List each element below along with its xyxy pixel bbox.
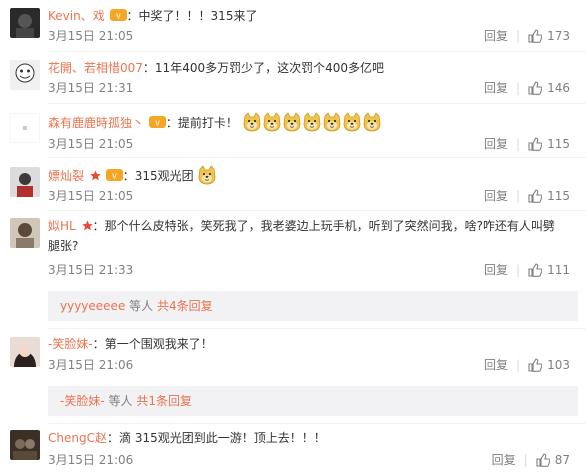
like-button[interactable]: 87 — [536, 453, 570, 467]
subreply-count-link[interactable]: 共1条回复 — [136, 394, 192, 408]
comment-text: 提前打卡！ — [177, 116, 238, 130]
avatar[interactable] — [10, 218, 40, 248]
reply-button[interactable]: 回复 — [484, 189, 508, 203]
thumbs-up-icon — [528, 358, 543, 372]
comment-text: 滴 315观光团到此一游！顶上去！！！ — [119, 431, 326, 445]
like-count: 115 — [547, 137, 570, 151]
like-button[interactable]: 111 — [528, 263, 570, 277]
divider — [48, 51, 586, 52]
emoji-group — [242, 112, 382, 132]
comment-time: 3月15日 21:05 — [48, 189, 134, 203]
svg-text:v: v — [116, 11, 121, 21]
subreply-username[interactable]: yyyyeeeee — [60, 299, 125, 313]
comment-time: 3月15日 21:05 — [48, 29, 134, 43]
vip-badge-icon: v — [105, 168, 123, 182]
emoji-group — [197, 165, 217, 185]
comment-text: 中奖了！！！315来了 — [138, 9, 258, 23]
like-count: 111 — [547, 263, 570, 277]
reply-button[interactable]: 回复 — [484, 358, 508, 372]
like-count: 173 — [547, 29, 570, 43]
reply-button[interactable]: 回复 — [484, 29, 508, 43]
avatar[interactable] — [10, 337, 40, 367]
thumbs-up-icon — [536, 453, 551, 467]
doge-emoji-icon — [343, 112, 361, 132]
like-button[interactable]: 115 — [528, 137, 570, 151]
thumbs-up-icon — [528, 137, 543, 151]
comment-username[interactable]: ChengC赵 — [48, 431, 107, 445]
divider — [48, 423, 586, 424]
doge-emoji-icon — [363, 112, 381, 132]
reply-button[interactable]: 回复 — [484, 263, 508, 277]
subreply-mid: 等人 — [104, 394, 137, 408]
doge-emoji-icon — [303, 112, 321, 132]
subreply-username[interactable]: -笑脸妹- — [60, 394, 105, 408]
vip-badge-icon: v — [109, 8, 127, 22]
comment-username[interactable]: -笑脸妹- — [48, 337, 93, 351]
doge-emoji-icon — [243, 112, 261, 132]
divider — [48, 103, 586, 104]
subreply-count-link[interactable]: 共4条回复 — [157, 299, 213, 313]
like-count: 115 — [547, 189, 570, 203]
like-count: 87 — [554, 453, 570, 467]
divider — [48, 157, 586, 158]
doge-emoji-icon — [263, 112, 281, 132]
avatar[interactable] — [10, 113, 40, 143]
comment-time: 3月15日 21:33 — [48, 263, 134, 277]
comment-username[interactable]: 嫖灿裂 — [48, 169, 84, 183]
thumbs-up-icon — [528, 189, 543, 203]
divider — [48, 328, 586, 329]
comment-time: 3月15日 21:05 — [48, 137, 134, 151]
avatar[interactable] — [10, 8, 40, 38]
avatar[interactable] — [10, 430, 40, 460]
comment-username[interactable]: 花開、若相惜007 — [48, 61, 143, 75]
subreply-mid: 等人 — [125, 299, 157, 313]
divider — [48, 210, 586, 211]
comment-time: 3月15日 21:06 — [48, 453, 134, 467]
comment-text: 11年400多万罚少了，这次罚个400多亿吧 — [154, 61, 385, 75]
doge-emoji-icon — [199, 165, 216, 185]
doge-emoji-icon — [283, 112, 301, 132]
subreply-summary[interactable]: -笑脸妹- 等人 共1条回复 — [48, 386, 578, 416]
comment-text: 那个什么皮特张，笑死我了，我老婆边上玩手机，听到了突然问我，啥?咋还有人叫劈腿张… — [48, 219, 555, 253]
star-badge-icon — [81, 220, 93, 231]
comment-text: 315观光团 — [134, 169, 194, 183]
svg-text:v: v — [155, 118, 160, 128]
like-count: 103 — [547, 358, 570, 372]
comment-username[interactable]: 森有鹿鹿時孤独丶 — [48, 116, 144, 130]
comment-username[interactable]: 姒HL — [48, 219, 76, 233]
thumbs-up-icon — [528, 263, 543, 277]
comment-time: 3月15日 21:31 — [48, 81, 134, 95]
avatar[interactable] — [10, 167, 40, 197]
avatar[interactable] — [10, 60, 40, 90]
reply-button[interactable]: 回复 — [484, 81, 508, 95]
reply-button[interactable]: 回复 — [492, 453, 516, 467]
comment-text: 第一个围观我来了！ — [104, 337, 213, 351]
doge-emoji-icon — [323, 112, 341, 132]
comment-username[interactable]: Kevin、戏 — [48, 9, 105, 23]
comment-time: 3月15日 21:06 — [48, 358, 134, 372]
like-button[interactable]: 115 — [528, 189, 570, 203]
thumbs-up-icon — [528, 81, 543, 95]
reply-button[interactable]: 回复 — [484, 137, 508, 151]
like-button[interactable]: 173 — [528, 29, 570, 43]
subreply-summary[interactable]: yyyyeeeee 等人 共4条回复 — [48, 291, 578, 321]
star-badge-icon — [90, 170, 101, 181]
thumbs-up-icon — [528, 29, 543, 43]
vip-badge-icon: v — [148, 115, 166, 129]
svg-text:v: v — [112, 171, 117, 181]
like-button[interactable]: 103 — [528, 358, 570, 372]
like-button[interactable]: 146 — [528, 81, 570, 95]
like-count: 146 — [547, 81, 570, 95]
